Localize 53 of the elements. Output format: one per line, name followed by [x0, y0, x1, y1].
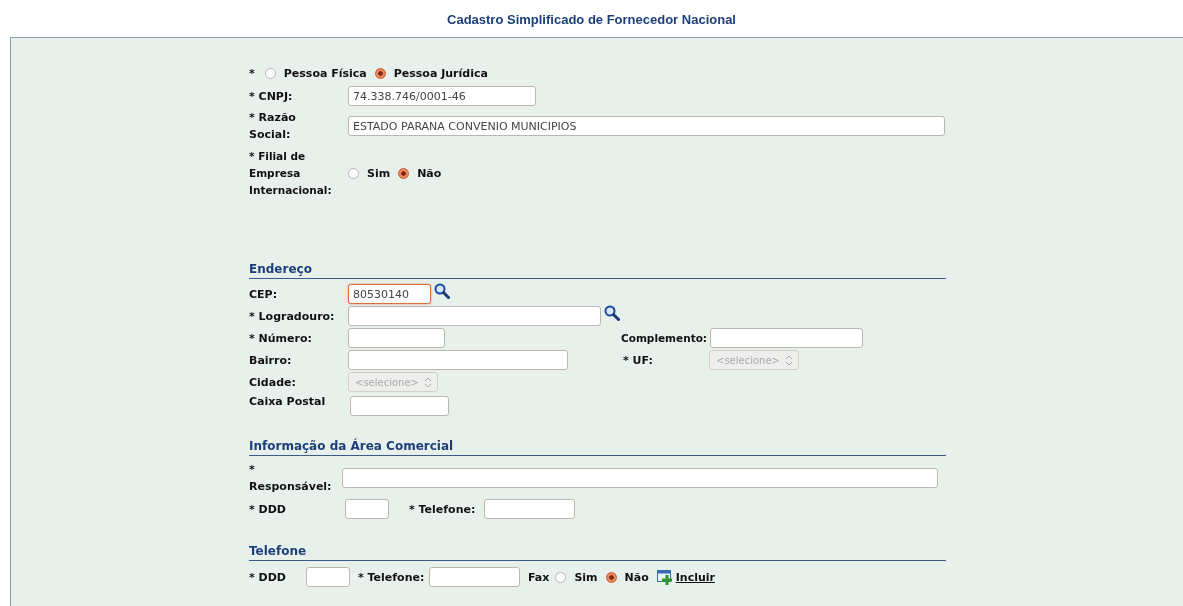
radio-button[interactable]	[348, 167, 359, 179]
input-field[interactable]: 80530140	[348, 284, 431, 304]
input-field[interactable]	[348, 328, 445, 348]
field-label: * UF:	[623, 352, 654, 369]
radio-label: Não	[624, 570, 649, 584]
section-heading: Endereço	[249, 262, 946, 279]
radio-label: Pessoa Jurídica	[393, 66, 488, 80]
section-heading: Telefone	[249, 544, 946, 561]
input-field[interactable]	[484, 499, 575, 519]
radio-label: Sim	[574, 570, 598, 584]
up-down-arrows-icon	[425, 377, 431, 387]
field-label: * DDD	[249, 501, 287, 518]
field-label: * Filial de Empresa Internacional:	[249, 148, 333, 198]
input-field[interactable]	[348, 306, 601, 326]
field-label: Bairro:	[249, 352, 293, 369]
field-label: * Responsável:	[249, 462, 333, 495]
radio-button[interactable]	[555, 571, 567, 583]
input-field[interactable]: 74.338.746/0001-46	[348, 86, 536, 106]
radio-button[interactable]	[605, 571, 617, 583]
input-field[interactable]	[710, 328, 863, 348]
input-field[interactable]	[306, 567, 350, 587]
input-field[interactable]	[342, 468, 938, 488]
field-label: CEP:	[249, 286, 279, 303]
search-icon[interactable]	[604, 305, 620, 321]
radio-label: Não	[417, 166, 442, 180]
input-field[interactable]	[350, 396, 449, 416]
input-field[interactable]	[429, 567, 520, 587]
radio-button[interactable]	[264, 67, 276, 79]
field-label: Caixa Postal	[249, 394, 327, 410]
input-field[interactable]: ESTADO PARANA CONVENIO MUNICIPIOS	[348, 116, 945, 136]
input-field[interactable]	[345, 499, 389, 519]
up-down-arrows-icon	[786, 355, 792, 365]
search-icon[interactable]	[434, 283, 450, 299]
field-label: * Telefone:	[409, 501, 477, 518]
field-label: * DDD	[249, 569, 287, 586]
input-field[interactable]	[348, 350, 568, 370]
field-label: * Telefone:	[358, 569, 426, 586]
section-heading: Informação da Área Comercial	[249, 439, 946, 456]
radio-button[interactable]	[398, 167, 410, 179]
field-label: Cidade:	[249, 374, 297, 391]
radio-label: Sim	[367, 166, 391, 180]
page-title: Cadastro Simplificado de Fornecedor Nacional	[446, 11, 737, 29]
field-label: * CNPJ:	[249, 88, 294, 105]
field-label: * Logradouro:	[249, 308, 336, 325]
include-link[interactable]: Incluir	[675, 570, 715, 584]
add-icon[interactable]	[656, 569, 673, 585]
field-label: * Número:	[249, 330, 313, 347]
field-label: * Razão Social:	[249, 110, 297, 143]
radio-label: Pessoa Física	[283, 66, 367, 80]
required-mark: *	[249, 66, 255, 80]
field-label: Complemento:	[621, 330, 709, 346]
radio-button[interactable]	[374, 67, 386, 79]
field-label: Fax	[528, 570, 550, 584]
